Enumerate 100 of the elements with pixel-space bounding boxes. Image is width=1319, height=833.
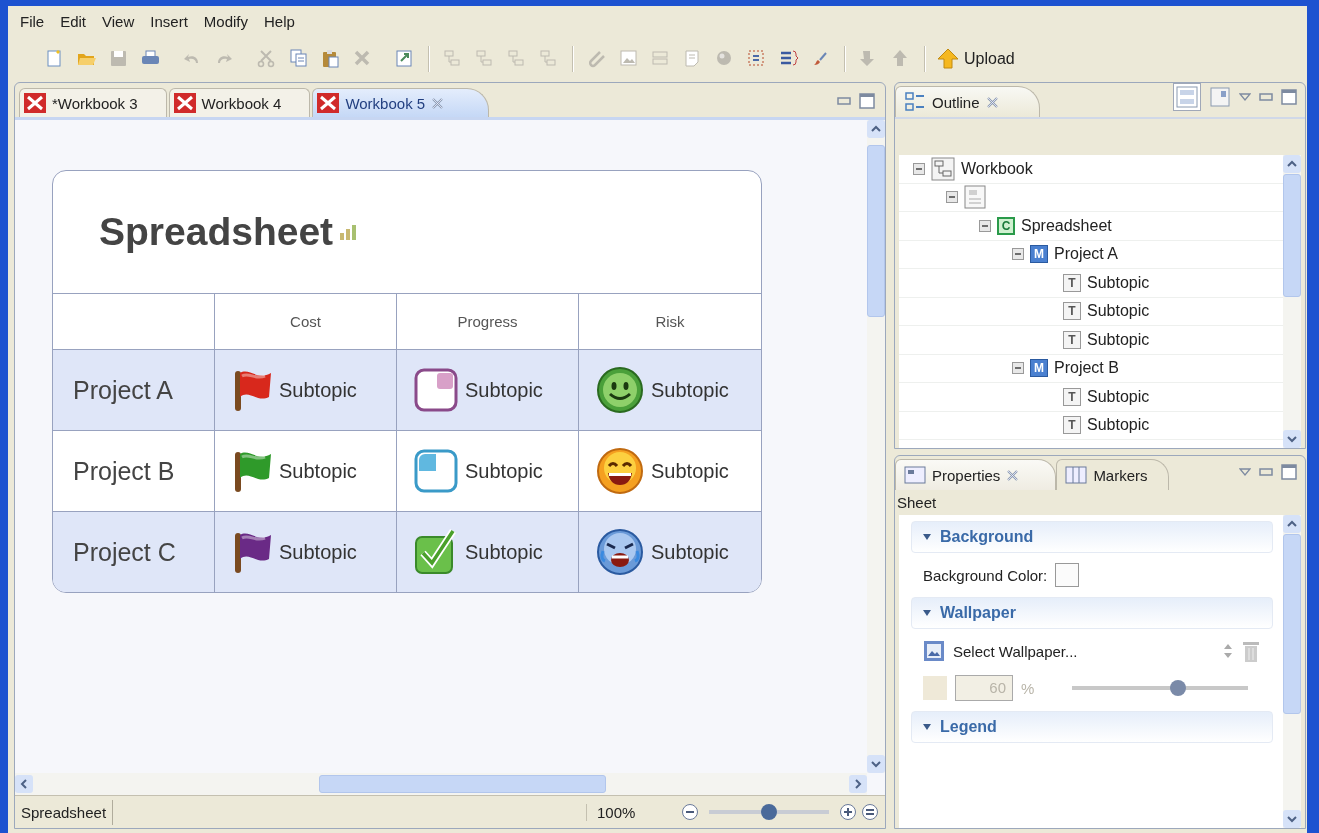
section-header[interactable]: Legend xyxy=(911,711,1273,743)
panel-tab[interactable]: Markers xyxy=(1056,459,1169,490)
editor-tab[interactable]: Workbook 4 xyxy=(168,88,311,117)
scroll-left-button[interactable] xyxy=(15,775,33,793)
close-icon[interactable] xyxy=(1006,468,1020,482)
menu-item[interactable]: Help xyxy=(256,10,303,32)
scroll-down-button[interactable] xyxy=(1283,810,1301,828)
task-start-icon xyxy=(413,367,459,413)
menu-item[interactable]: Edit xyxy=(52,10,95,32)
spinner-icon[interactable] xyxy=(1223,643,1233,659)
clipboard-icon[interactable] xyxy=(320,48,342,70)
tree-item[interactable]: Subtopic xyxy=(1087,302,1150,321)
menu-item[interactable]: View xyxy=(94,10,143,32)
close-icon[interactable] xyxy=(431,96,445,110)
collapse-toggle-icon[interactable] xyxy=(913,162,925,175)
topic-text: Subtopic xyxy=(651,459,729,483)
maximize-icon[interactable] xyxy=(859,93,875,109)
vertical-scrollbar[interactable] xyxy=(867,120,885,773)
page-view-icon[interactable] xyxy=(1209,86,1231,108)
editor-tab[interactable]: Workbook 5 xyxy=(312,88,490,117)
zoom-in-icon[interactable] xyxy=(839,803,857,821)
tree-item[interactable]: Project B xyxy=(1054,359,1119,378)
collapse-toggle-icon[interactable] xyxy=(979,219,991,232)
row-header: Project A xyxy=(53,350,215,431)
checkmark-icon xyxy=(413,527,459,577)
sub-topic-icon: T xyxy=(1063,273,1081,292)
tree-item[interactable]: Project A xyxy=(1054,245,1119,264)
collapse-toggle-icon[interactable] xyxy=(1012,248,1024,261)
topic-text: Subtopic xyxy=(279,459,357,483)
minimize-icon[interactable] xyxy=(837,97,851,105)
close-icon[interactable] xyxy=(985,95,999,109)
collapse-arrow-icon[interactable] xyxy=(922,723,932,731)
tree-item[interactable]: Subtopic xyxy=(1087,273,1150,292)
scroll-right-button[interactable] xyxy=(849,775,867,793)
slider-thumb[interactable] xyxy=(761,804,777,820)
collapse-arrow-icon[interactable] xyxy=(922,609,932,617)
scroll-thumb[interactable] xyxy=(1283,173,1301,297)
menu-item[interactable]: Insert xyxy=(142,10,196,32)
fit-icon[interactable] xyxy=(861,803,879,821)
minimize-icon[interactable] xyxy=(1259,468,1273,476)
zoom-out-icon[interactable] xyxy=(681,803,699,821)
tree-view-icon[interactable] xyxy=(1173,83,1201,111)
scroll-up-button[interactable] xyxy=(867,120,885,138)
markers-icon xyxy=(1065,466,1088,484)
scroll-thumb[interactable] xyxy=(318,775,607,793)
editor-tab[interactable]: *Workbook 3 xyxy=(19,88,167,117)
picture-icon xyxy=(923,640,945,662)
maximize-icon[interactable] xyxy=(1281,464,1297,480)
scroll-up-button[interactable] xyxy=(1283,515,1301,533)
unit-label: % xyxy=(1021,679,1035,697)
tree-item[interactable]: Workbook xyxy=(961,159,1033,178)
scroll-down-button[interactable] xyxy=(867,755,885,773)
laughing-face-icon xyxy=(595,446,645,496)
tree-item[interactable]: Spreadsheet xyxy=(1021,216,1112,235)
view-menu-icon[interactable] xyxy=(1239,468,1251,476)
outline-icon xyxy=(904,91,926,113)
menu-item[interactable]: Modify xyxy=(195,10,256,32)
collapse-toggle-icon[interactable] xyxy=(946,191,958,204)
section-title: Legend xyxy=(940,718,997,736)
collapse-arrow-icon[interactable] xyxy=(922,533,932,541)
select-wallpaper-link[interactable]: Select Wallpaper... xyxy=(953,642,1078,660)
tree-item[interactable]: Subtopic xyxy=(1087,416,1150,435)
color-swatch[interactable] xyxy=(1055,563,1080,587)
task-quarter-icon xyxy=(413,448,459,494)
scroll-up-button[interactable] xyxy=(1283,155,1301,173)
tree-item[interactable]: Subtopic xyxy=(1087,387,1150,406)
upload-button[interactable]: Upload xyxy=(930,44,1021,74)
sub-topic-icon: T xyxy=(1063,330,1081,349)
vertical-scrollbar[interactable] xyxy=(1283,515,1301,828)
minimize-icon[interactable] xyxy=(1259,93,1273,101)
tree-item[interactable]: Subtopic xyxy=(1087,330,1150,349)
panel-tab[interactable]: Properties xyxy=(895,459,1057,490)
outline-tab[interactable]: Outline xyxy=(895,86,1040,117)
scroll-thumb[interactable] xyxy=(1283,533,1301,714)
section-header[interactable]: Wallpaper xyxy=(911,597,1273,629)
workbook-icon xyxy=(173,93,196,113)
collapse-toggle-icon[interactable] xyxy=(1012,362,1024,375)
row-header: Project C xyxy=(53,512,215,592)
section-header[interactable]: Background xyxy=(911,521,1273,553)
horizontal-scrollbar[interactable] xyxy=(15,773,867,795)
scroll-thumb[interactable] xyxy=(867,144,885,318)
scroll-down-button[interactable] xyxy=(1283,430,1301,448)
topic-text: Subtopic xyxy=(465,459,543,483)
topic-text: Subtopic xyxy=(465,540,543,564)
view-menu-icon[interactable] xyxy=(1239,93,1251,101)
workbook-icon xyxy=(24,93,46,113)
sub-topic-icon: T xyxy=(1063,416,1081,435)
vertical-scrollbar[interactable] xyxy=(1283,155,1301,448)
copy-icon[interactable] xyxy=(288,48,310,70)
main-topic-icon: M xyxy=(1030,359,1048,378)
maximize-icon[interactable] xyxy=(1281,89,1297,105)
zoom-level: 100% xyxy=(586,803,675,821)
field-label: Background Color: xyxy=(923,566,1048,584)
sub-topic-icon: T xyxy=(1063,387,1081,406)
trash-icon[interactable] xyxy=(1241,639,1261,663)
color-box[interactable] xyxy=(923,676,947,700)
central-topic-icon: C xyxy=(997,216,1015,235)
main-topic-icon: M xyxy=(1030,245,1048,264)
menu-item[interactable]: File xyxy=(12,10,53,32)
properties-icon xyxy=(904,466,926,484)
